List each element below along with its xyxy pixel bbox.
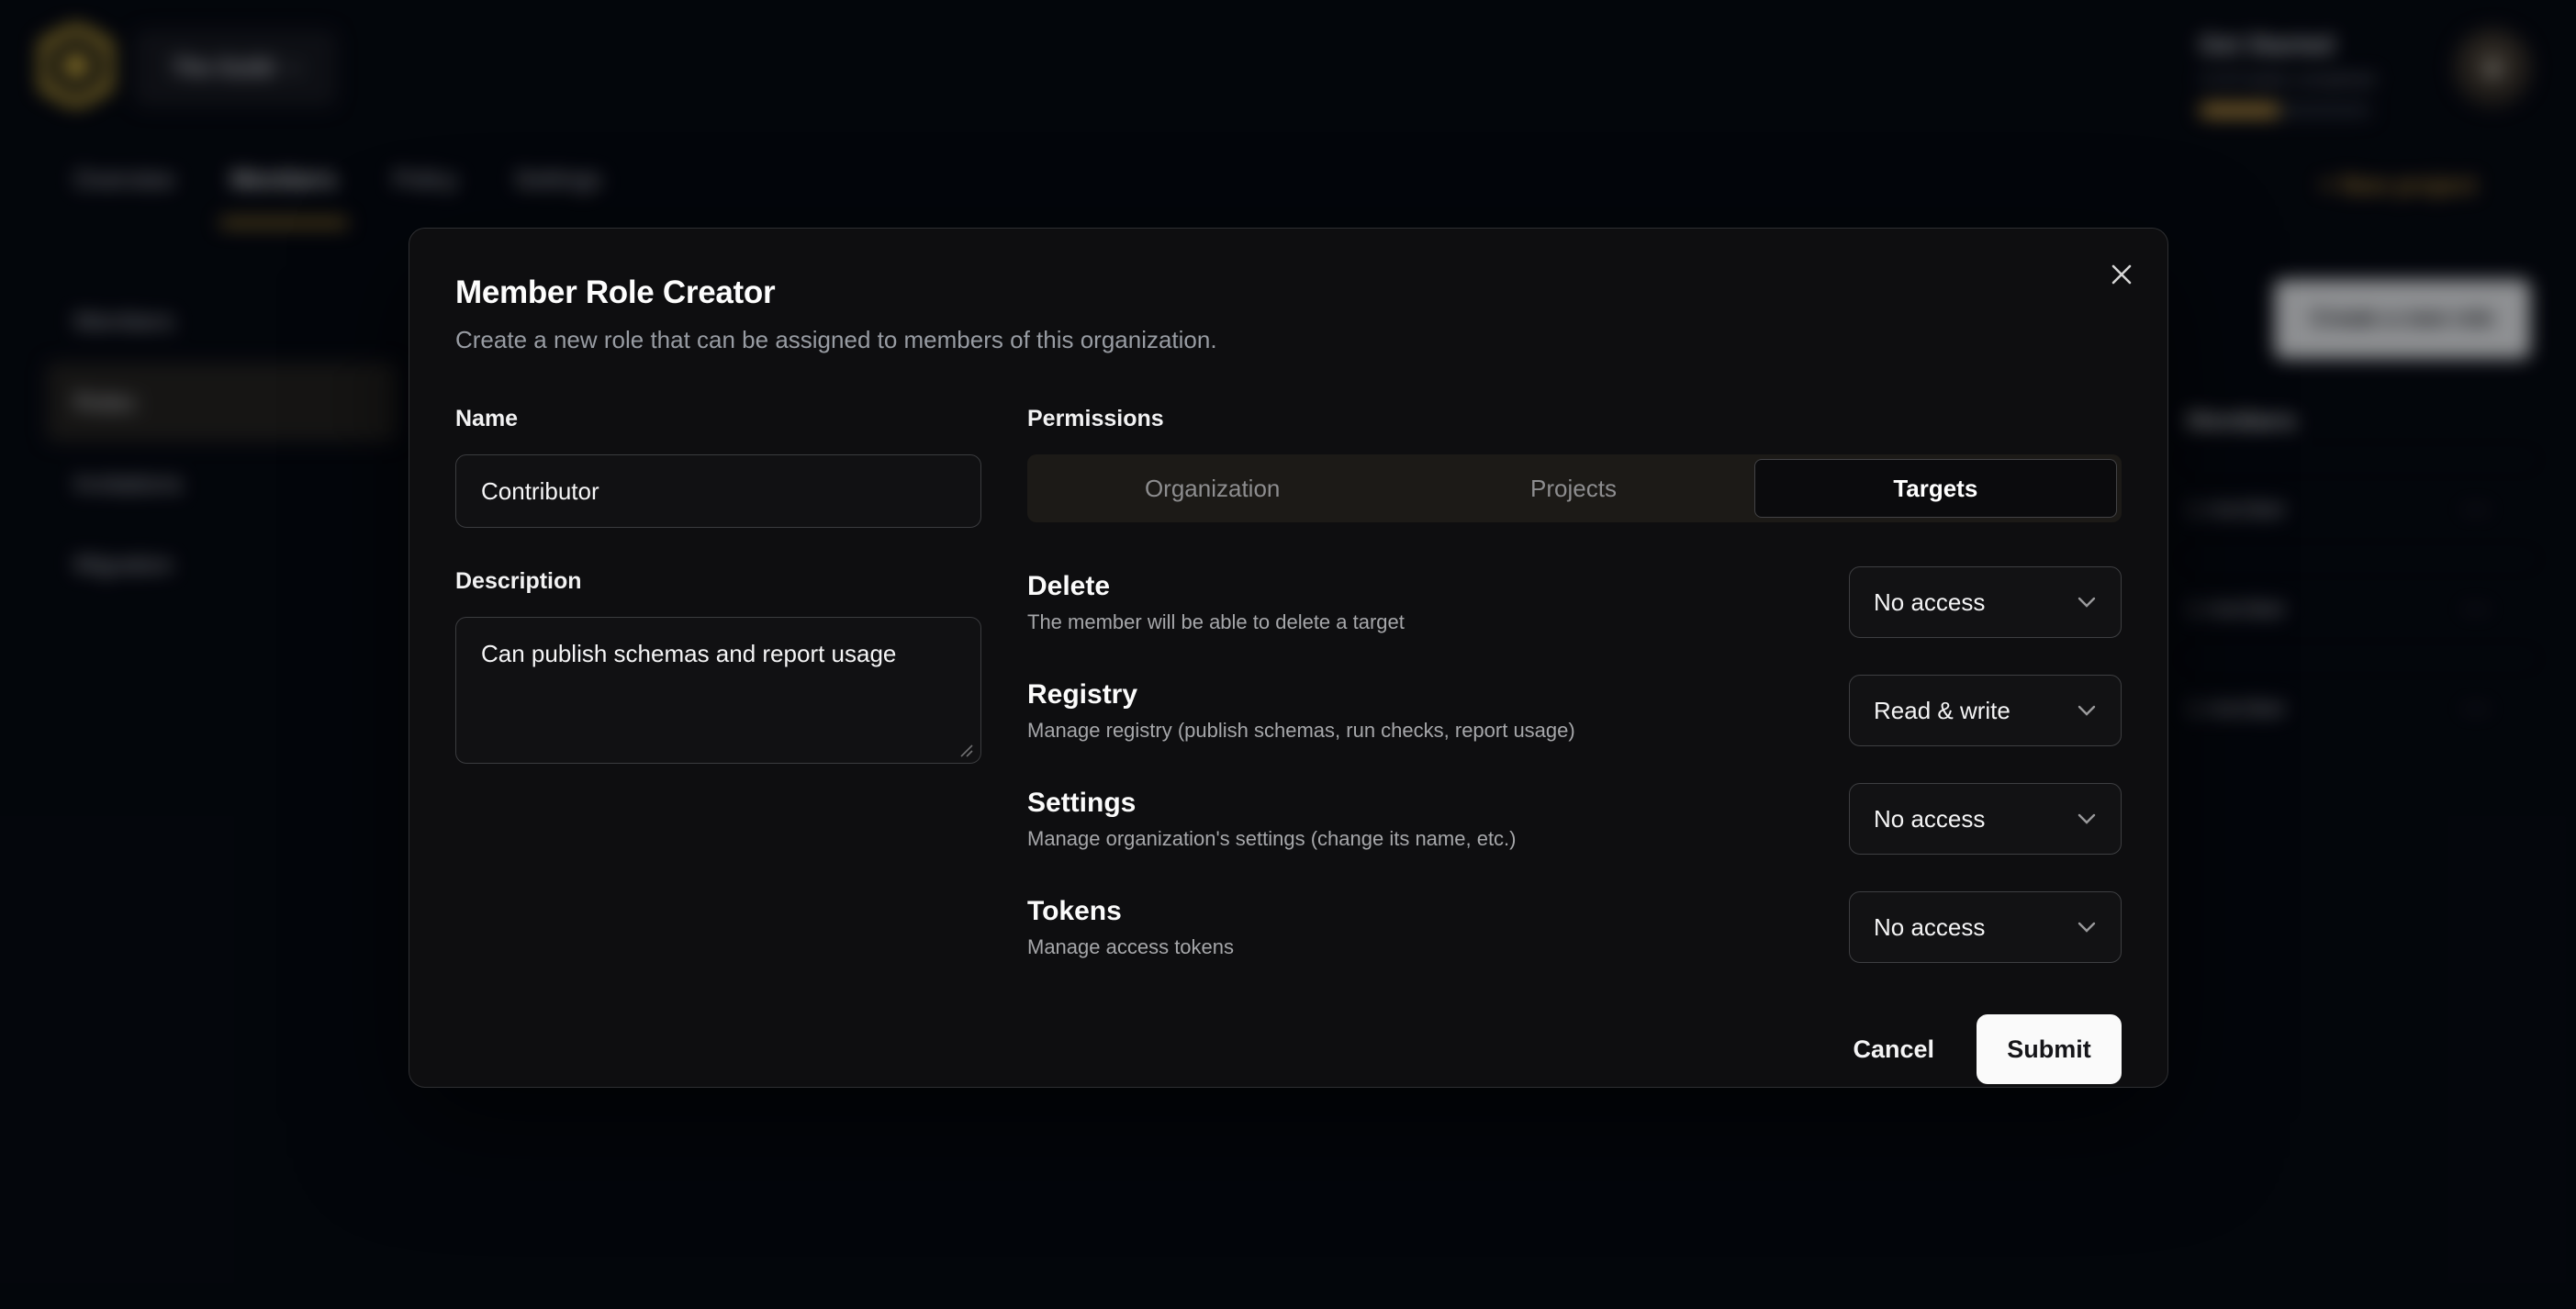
chevron-down-icon — [2077, 704, 2097, 717]
submit-button[interactable]: Submit — [1977, 1014, 2122, 1084]
tab-targets[interactable]: Targets — [1754, 459, 2117, 518]
permission-description: Manage organization's settings (change i… — [1027, 827, 1517, 851]
select-value: Read & write — [1874, 697, 2010, 725]
permission-description: Manage registry (publish schemas, run ch… — [1027, 719, 1575, 743]
delete-access-select[interactable]: No access — [1849, 566, 2122, 638]
close-icon[interactable] — [2101, 254, 2142, 295]
tokens-access-select[interactable]: No access — [1849, 891, 2122, 963]
permission-row-delete: Delete The member will be able to delete… — [1027, 566, 2122, 638]
permissions-label: Permissions — [1027, 406, 2122, 432]
modal-title: Member Role Creator — [455, 274, 2122, 311]
resize-handle-icon[interactable] — [958, 743, 973, 757]
permission-description: Manage access tokens — [1027, 935, 1234, 959]
permission-title: Registry — [1027, 679, 1575, 710]
permission-row-registry: Registry Manage registry (publish schema… — [1027, 675, 2122, 746]
permissions-tabstrip: Organization Projects Targets — [1027, 454, 2122, 522]
app-root: The Guild ▾ Get Started 3 of 6 tasks com… — [0, 0, 2576, 1309]
permission-row-tokens: Tokens Manage access tokens No access — [1027, 891, 2122, 963]
registry-access-select[interactable]: Read & write — [1849, 675, 2122, 746]
member-role-creator-modal: Member Role Creator Create a new role th… — [409, 228, 2168, 1088]
name-label: Name — [455, 406, 981, 432]
modal-subtitle: Create a new role that can be assigned t… — [455, 326, 2122, 354]
settings-access-select[interactable]: No access — [1849, 783, 2122, 855]
select-value: No access — [1874, 913, 1985, 942]
permission-title: Delete — [1027, 571, 1405, 602]
tab-projects[interactable]: Projects — [1393, 459, 1753, 518]
select-value: No access — [1874, 588, 1985, 617]
select-value: No access — [1874, 805, 1985, 834]
permission-title: Tokens — [1027, 896, 1234, 927]
permission-row-settings: Settings Manage organization's settings … — [1027, 783, 2122, 855]
description-label: Description — [455, 568, 981, 595]
chevron-down-icon — [2077, 921, 2097, 934]
role-description-textarea[interactable]: Can publish schemas and report usage — [455, 617, 981, 764]
permission-description: The member will be able to delete a targ… — [1027, 610, 1405, 634]
permission-title: Settings — [1027, 788, 1517, 819]
tab-organization[interactable]: Organization — [1032, 459, 1393, 518]
chevron-down-icon — [2077, 596, 2097, 609]
chevron-down-icon — [2077, 812, 2097, 825]
role-name-input[interactable] — [455, 454, 981, 528]
cancel-button[interactable]: Cancel — [1853, 1035, 1934, 1064]
